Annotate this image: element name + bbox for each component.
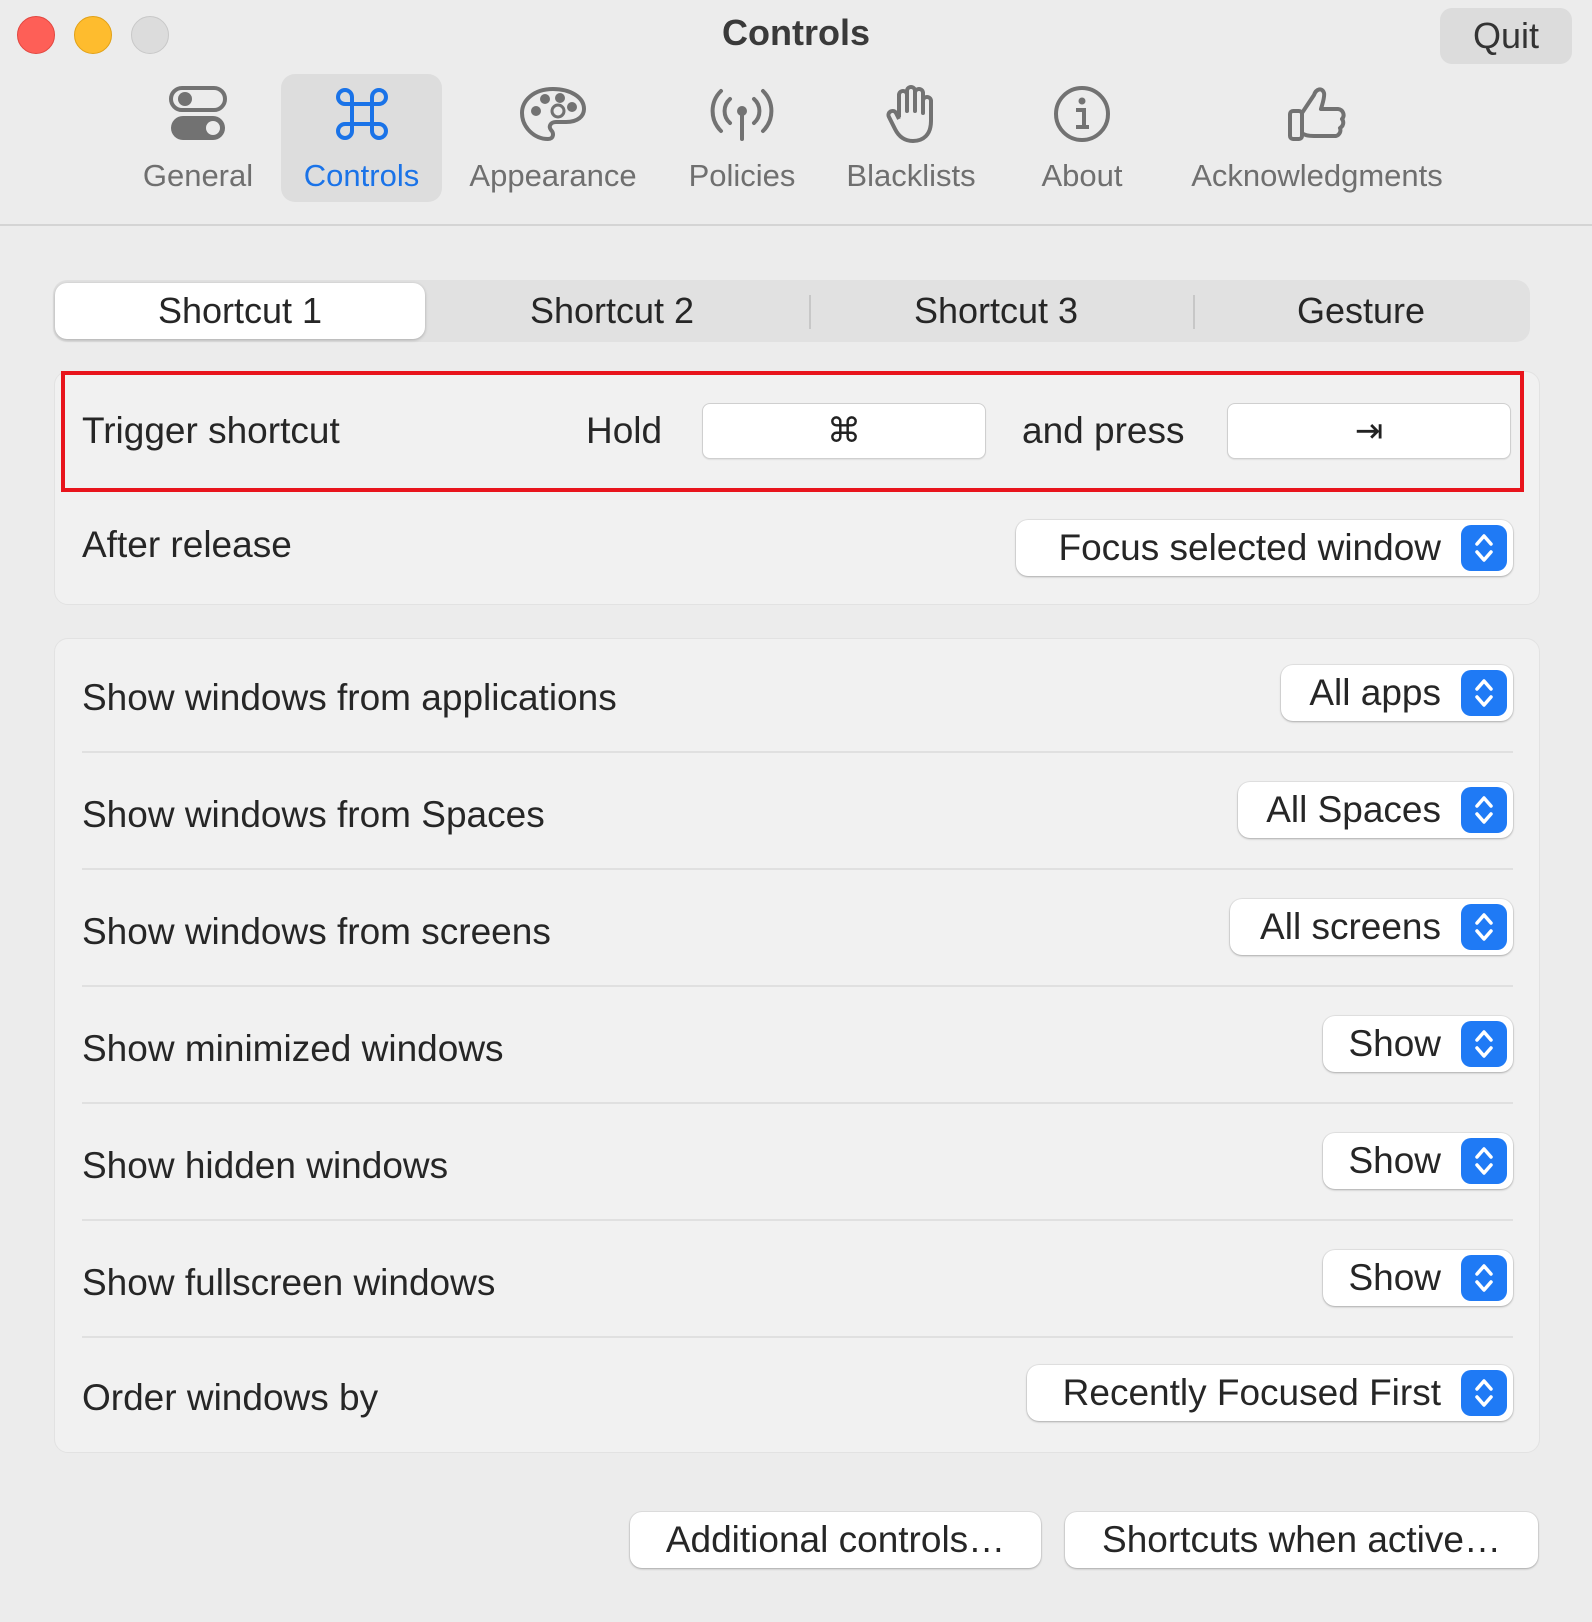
thumbs-up-icon	[1286, 74, 1348, 154]
segment-shortcut-3[interactable]: Shortcut 3	[811, 283, 1181, 339]
popup-value: Recently Focused First	[1062, 1372, 1441, 1413]
popup-value: Show	[1348, 1140, 1441, 1181]
tab-label: Blacklists	[846, 158, 976, 193]
tab-controls[interactable]: Controls	[281, 74, 442, 202]
setting-label: Show windows from Spaces	[82, 794, 545, 835]
row-separator	[82, 751, 1513, 753]
up-down-chevron-icon	[1461, 1021, 1507, 1067]
after-release-row: After release Focus selected window	[55, 492, 1539, 604]
row-separator	[82, 1102, 1513, 1104]
screens-popup[interactable]: All screens	[1230, 899, 1513, 955]
tab-label: Acknowledgments	[1191, 158, 1443, 193]
window-filter-group: Show windows from applications All apps …	[54, 638, 1540, 1453]
up-down-chevron-icon	[1461, 1255, 1507, 1301]
tab-label: General	[142, 158, 254, 193]
palette-icon	[518, 74, 588, 154]
setting-label: Show windows from screens	[82, 911, 551, 952]
popup-value: Show	[1348, 1023, 1441, 1064]
antenna-icon	[710, 74, 774, 154]
setting-row: Show hidden windows Show	[55, 1107, 1539, 1224]
up-down-chevron-icon	[1461, 1370, 1507, 1416]
tab-appearance[interactable]: Appearance	[460, 74, 646, 202]
shortcuts-when-active-button[interactable]: Shortcuts when active…	[1065, 1512, 1538, 1568]
additional-controls-button[interactable]: Additional controls…	[630, 1512, 1041, 1568]
row-separator	[82, 868, 1513, 870]
spaces-popup[interactable]: All Spaces	[1238, 782, 1513, 838]
popup-value: All screens	[1260, 906, 1441, 947]
shortcut-segmented-control: Shortcut 1 Shortcut 2 Shortcut 3 Gesture	[53, 280, 1530, 342]
after-release-label: After release	[82, 524, 292, 565]
setting-label: Show hidden windows	[82, 1145, 449, 1186]
up-down-chevron-icon	[1461, 525, 1507, 571]
tab-blacklists[interactable]: Blacklists	[836, 74, 986, 202]
setting-label: Show minimized windows	[82, 1028, 504, 1069]
hand-icon	[885, 74, 937, 154]
setting-label: Show windows from applications	[82, 677, 617, 718]
toggles-icon	[169, 74, 227, 154]
preferences-window: Controls Quit General Controls Appearanc…	[0, 0, 1592, 1622]
up-down-chevron-icon	[1461, 787, 1507, 833]
setting-row: Show minimized windows Show	[55, 990, 1539, 1107]
up-down-chevron-icon	[1461, 670, 1507, 716]
popup-value: Show	[1348, 1257, 1441, 1298]
tab-label: Policies	[688, 158, 796, 193]
tab-acknowledgments[interactable]: Acknowledgments	[1172, 74, 1462, 202]
tab-label: About	[1041, 158, 1123, 193]
minimized-windows-popup[interactable]: Show	[1323, 1016, 1513, 1072]
info-icon	[1052, 74, 1112, 154]
popup-value: All apps	[1309, 672, 1441, 713]
popup-value: All Spaces	[1266, 789, 1441, 830]
segment-shortcut-2[interactable]: Shortcut 2	[427, 283, 797, 339]
row-separator	[82, 985, 1513, 987]
applications-popup[interactable]: All apps	[1281, 665, 1513, 721]
up-down-chevron-icon	[1461, 1138, 1507, 1184]
setting-row: Show windows from applications All apps	[55, 639, 1539, 756]
setting-row: Order windows by Recently Focused First	[55, 1341, 1539, 1452]
up-down-chevron-icon	[1461, 904, 1507, 950]
tab-policies[interactable]: Policies	[678, 74, 806, 202]
row-separator	[82, 1336, 1513, 1338]
highlight-annotation	[61, 371, 1524, 492]
segment-gesture[interactable]: Gesture	[1195, 283, 1527, 339]
window-title: Controls	[722, 12, 870, 53]
tab-general[interactable]: General	[130, 74, 266, 202]
setting-label: Show fullscreen windows	[82, 1262, 496, 1303]
quit-button[interactable]: Quit	[1440, 8, 1572, 64]
order-windows-popup[interactable]: Recently Focused First	[1027, 1365, 1513, 1421]
toolbar: Controls Quit General Controls Appearanc…	[0, 0, 1592, 226]
popup-value: Focus selected window	[1058, 527, 1441, 568]
tab-about[interactable]: About	[1030, 74, 1134, 202]
setting-label: Order windows by	[82, 1377, 379, 1418]
setting-row: Show windows from Spaces All Spaces	[55, 756, 1539, 873]
segment-shortcut-1[interactable]: Shortcut 1	[55, 283, 425, 339]
setting-row: Show fullscreen windows Show	[55, 1224, 1539, 1341]
hidden-windows-popup[interactable]: Show	[1323, 1133, 1513, 1189]
after-release-popup[interactable]: Focus selected window	[1016, 520, 1513, 576]
tab-label: Appearance	[469, 158, 637, 193]
tab-label: Controls	[303, 158, 420, 193]
fullscreen-windows-popup[interactable]: Show	[1323, 1250, 1513, 1306]
command-icon	[333, 74, 391, 154]
setting-row: Show windows from screens All screens	[55, 873, 1539, 990]
row-separator	[82, 1219, 1513, 1221]
